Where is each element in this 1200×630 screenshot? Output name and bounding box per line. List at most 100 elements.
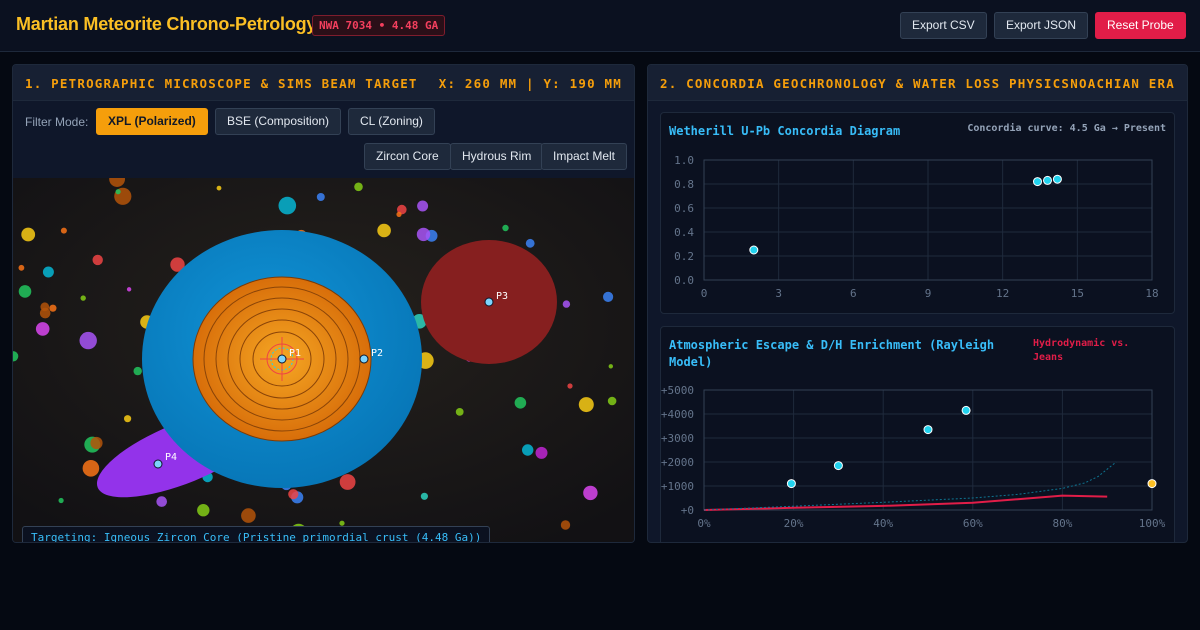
x-tick-label: 100% <box>1139 517 1166 530</box>
thin-section-svg[interactable]: P1 P2 P3 P4 <box>13 178 635 543</box>
mineral-grain <box>522 444 534 456</box>
reset-probe-button[interactable]: Reset Probe <box>1095 12 1186 39</box>
mineral-grain <box>455 408 464 416</box>
mineral-grain <box>608 364 613 369</box>
mineral-grain <box>354 182 363 192</box>
mineral-grain <box>416 227 431 242</box>
mineral-grain <box>607 396 617 406</box>
mineral-grain <box>80 295 86 301</box>
mineral-grain <box>115 189 121 195</box>
probe-p3-label: P3 <box>496 291 508 302</box>
mineral-grain <box>603 291 614 302</box>
mineral-grain <box>420 492 428 500</box>
mineral-grain <box>133 366 142 376</box>
data-point[interactable] <box>1052 174 1062 184</box>
mineral-grain <box>35 322 50 336</box>
x-tick-label: 9 <box>925 287 932 300</box>
y-tick-label: +5000 <box>661 384 694 397</box>
y-tick-label: +0 <box>681 504 694 517</box>
data-point[interactable] <box>1147 479 1157 489</box>
x-tick-label: 0% <box>697 517 711 530</box>
mineral-grain <box>40 302 50 312</box>
data-point[interactable] <box>786 479 796 489</box>
mineral-grain <box>278 196 297 215</box>
data-point[interactable] <box>1043 175 1052 185</box>
app-title: Martian Meteorite Chrono-Petrology <box>16 14 317 34</box>
mineral-grain <box>339 474 356 490</box>
mineral-grain <box>316 193 325 201</box>
data-point[interactable] <box>1033 177 1042 187</box>
chart-grid <box>703 159 1153 281</box>
filter-bse-button[interactable]: BSE (Composition) <box>215 108 342 135</box>
concordia-chart-card: 0.0 0.2 0.4 0.6 0.8 1.0 0 3 6 9 12 15 18 Wetherill U… <box>660 112 1175 314</box>
mineral-grain <box>42 266 54 278</box>
mineral-grain <box>396 211 402 217</box>
mineral-grain <box>241 508 256 523</box>
mineral-grain <box>60 227 67 234</box>
target-impact-melt-button[interactable]: Impact Melt <box>541 143 628 170</box>
stage-coordinates: X: 260 MM | Y: 190 MM <box>438 76 622 91</box>
mineral-grain <box>124 415 132 423</box>
mineral-grain <box>514 397 527 409</box>
geochronology-panel: 2. CONCORDIA GEOCHRONOLOGY & WATER LOSS … <box>647 64 1188 543</box>
sample-badge: NWA 7034 • 4.48 GA <box>312 15 446 36</box>
y-tick-label: +4000 <box>661 408 694 421</box>
mineral-grain <box>525 238 535 248</box>
mineral-grain <box>156 496 167 507</box>
export-csv-button[interactable]: Export CSV <box>900 12 987 39</box>
y-tick-label: 1.0 <box>674 154 694 167</box>
y-tick-label: 0.4 <box>674 226 694 239</box>
escape-model-note: Hydrodynamic vs. Jeans <box>1033 338 1130 363</box>
x-tick-label: 6 <box>850 287 857 300</box>
mineral-grain <box>58 497 64 504</box>
target-hydrous-rim-button[interactable]: Hydrous Rim <box>450 143 544 170</box>
x-tick-label: 80% <box>1052 517 1072 530</box>
mineral-grain <box>49 304 57 312</box>
export-json-button[interactable]: Export JSON <box>994 12 1089 39</box>
mineral-grain <box>82 460 100 477</box>
concordia-chart[interactable]: 0.0 0.2 0.4 0.6 0.8 1.0 0 3 6 9 12 15 18 <box>661 113 1175 314</box>
geochronology-panel-title: 2. CONCORDIA GEOCHRONOLOGY & WATER LOSS … <box>660 76 1071 91</box>
x-tick-label: 40% <box>873 517 893 530</box>
data-point[interactable] <box>833 461 843 471</box>
target-zircon-core-button[interactable]: Zircon Core <box>364 143 451 170</box>
microscope-view[interactable]: P1 P2 P3 P4 Targeting: Igneous Zircon Co… <box>13 178 635 543</box>
filter-xpl-button[interactable]: XPL (Polarized) <box>96 108 208 135</box>
mineral-grain <box>560 520 571 530</box>
y-tick-label: +3000 <box>661 432 694 445</box>
chart-grid <box>703 389 1153 511</box>
mineral-grain <box>417 200 429 212</box>
x-tick-label: 18 <box>1145 287 1158 300</box>
mineral-grain <box>18 264 25 271</box>
concordia-curve-note: Concordia curve: 4.5 Ga → Present <box>967 123 1166 134</box>
y-tick-label: 0.6 <box>674 202 694 215</box>
mineral-grain <box>583 485 598 501</box>
data-point[interactable] <box>961 405 971 415</box>
plot-frame <box>703 389 1153 511</box>
targeting-readout: Targeting: Igneous Zircon Core (Pristine… <box>22 526 491 542</box>
filter-mode-label: Filter Mode: <box>25 115 89 129</box>
y-tick-label: 0.0 <box>674 274 694 287</box>
mineral-grain <box>18 285 32 298</box>
mineral-grain <box>216 185 222 191</box>
app-header: Martian Meteorite Chrono-Petrology NWA 7… <box>0 0 1200 52</box>
geochronology-panel-header: 2. CONCORDIA GEOCHRONOLOGY & WATER LOSS … <box>648 65 1187 101</box>
probe-p1-label: P1 <box>289 348 301 359</box>
mineral-grain <box>535 446 548 459</box>
mineral-grain <box>377 223 391 238</box>
era-label: NOACHIAN ERA <box>1070 76 1175 91</box>
y-tick-label: 0.2 <box>674 250 694 263</box>
x-tick-label: 12 <box>996 287 1009 300</box>
mineral-grain <box>79 331 97 350</box>
mineral-grain <box>562 300 571 308</box>
mineral-grain <box>126 287 132 292</box>
x-tick-label: 0 <box>701 287 708 300</box>
data-point[interactable] <box>749 245 759 255</box>
x-tick-label: 3 <box>775 287 782 300</box>
probe-p4-label: P4 <box>165 452 177 463</box>
y-tick-label: +2000 <box>661 456 694 469</box>
microscope-panel-title: 1. PETROGRAPHIC MICROSCOPE & SIMS BEAM T… <box>25 76 418 91</box>
mineral-grain <box>578 397 594 413</box>
data-point[interactable] <box>923 425 933 435</box>
filter-cl-button[interactable]: CL (Zoning) <box>348 108 435 135</box>
